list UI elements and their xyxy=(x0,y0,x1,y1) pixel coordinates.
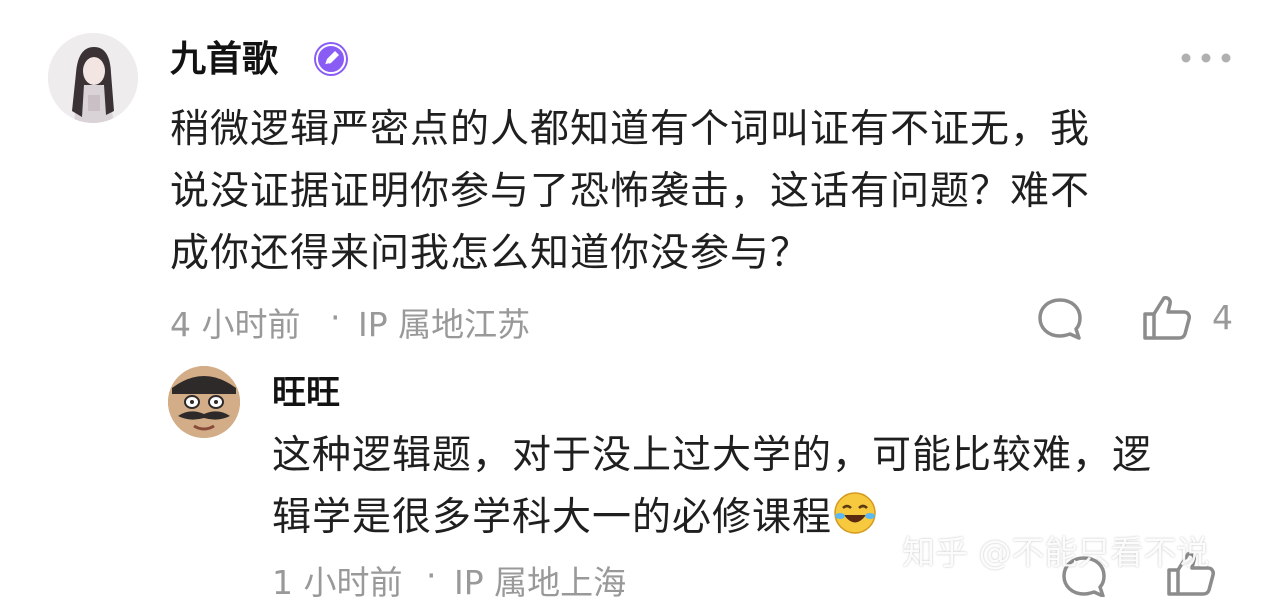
comment-author-name[interactable]: 九首歌 xyxy=(170,38,278,82)
avatar[interactable] xyxy=(48,33,138,123)
more-dots-icon[interactable] xyxy=(1176,48,1236,68)
comment-ip-location: IP 属地江苏 xyxy=(358,305,531,344)
reply-author-name[interactable]: 旺旺 xyxy=(272,372,340,414)
reply-text-line: 辑学是很多学科大一的必修课程 xyxy=(272,488,878,548)
laughing-crying-emoji-icon xyxy=(832,490,878,536)
avatar-girl-image xyxy=(48,33,138,123)
comment-bubble-icon[interactable] xyxy=(1034,294,1086,344)
avatar-cartoon-face-image xyxy=(168,366,240,438)
meta-separator: · xyxy=(426,556,437,595)
reply-text-line: 这种逻辑题，对于没上过大学的，可能比较难，逻 xyxy=(272,433,1153,478)
comment-text-line: 稍微逻辑严密点的人都知道有个词叫证有不证无，我 xyxy=(170,107,1091,152)
avatar[interactable] xyxy=(168,366,240,438)
comment-time: 4 小时前 xyxy=(170,305,301,344)
comment-text-line: 成你还得来问我怎么知道你没参与？ xyxy=(170,231,811,276)
reply-text-line-content: 辑学是很多学科大一的必修课程 xyxy=(272,495,833,540)
like-count: 4 xyxy=(1212,298,1233,337)
watermark: 知乎 @不能只看不说 xyxy=(902,533,1210,572)
meta-separator: · xyxy=(330,298,341,337)
thumbs-up-icon[interactable] xyxy=(1140,292,1194,344)
comment-text-line: 说没证据证明你参与了恐怖袭击，这话有问题？难不 xyxy=(170,169,1091,214)
pen-badge-icon xyxy=(312,40,350,78)
